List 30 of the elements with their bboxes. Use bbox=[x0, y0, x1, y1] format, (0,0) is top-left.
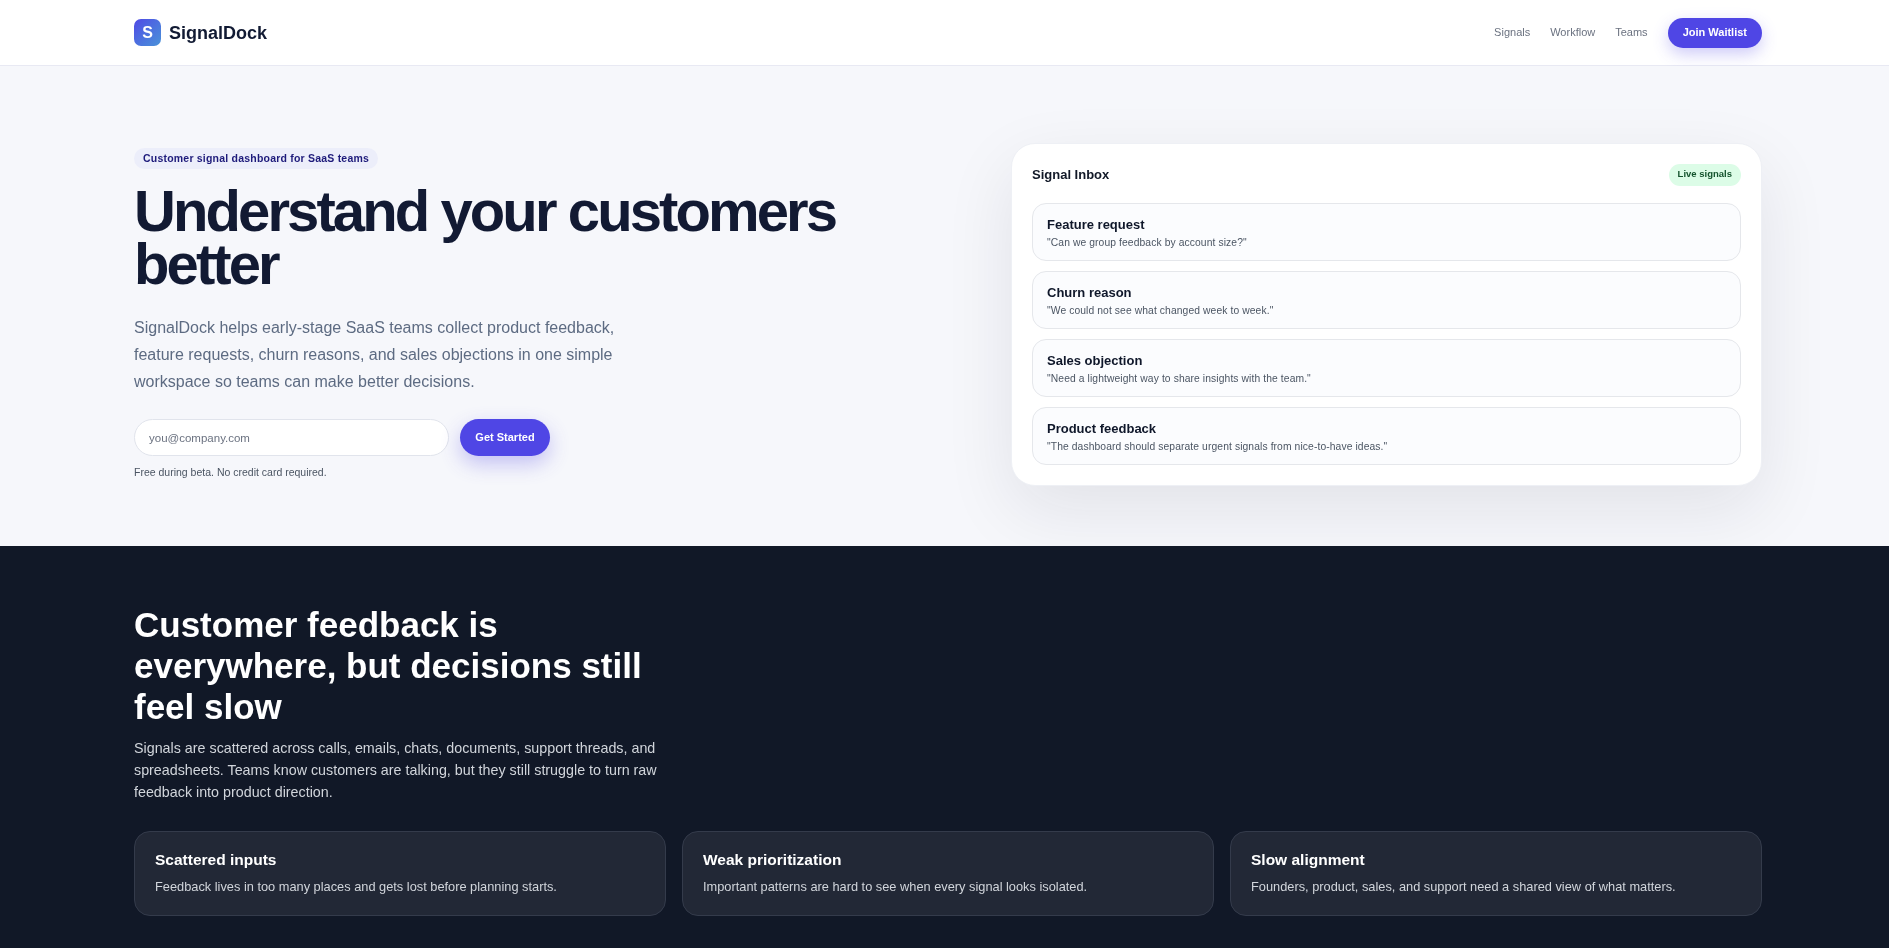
problem-title: Slow alignment bbox=[1251, 850, 1366, 870]
signal-type: Sales objection bbox=[1047, 351, 1144, 369]
get-started-button[interactable]: Get Started bbox=[460, 419, 550, 456]
problem-description: Feedback lives in too many places and gets lost before planning starts. bbox=[155, 879, 558, 895]
signal-type: Churn reason bbox=[1047, 283, 1133, 301]
hero-description: SignalDock helps early-stage SaaS teams collect product feedback, feature requests, churn reasons, and sales objections in one simple workspace so teams can make better decisions. bbox=[134, 318, 616, 392]
nav-link[interactable]: Signals bbox=[1494, 27, 1531, 38]
problem-description: Important patterns are hard to see when every signal looks isolated. bbox=[703, 879, 1089, 895]
problem-title: Weak prioritization bbox=[703, 850, 843, 870]
email-field[interactable]: you@company.com bbox=[134, 419, 449, 456]
logo-mark[interactable]: S bbox=[134, 19, 161, 46]
hero-headline: Understand your customers better bbox=[134, 184, 837, 290]
tagline-badge: Customer signal dashboard for SaaS teams bbox=[134, 148, 379, 169]
section-headline: Customer feedback is everywhere, but decisions still feel slow bbox=[134, 604, 643, 727]
status-badge: Live signals bbox=[1668, 163, 1741, 186]
signal-quote: "The dashboard should separate urgent signals from nice-to-have ideas." bbox=[1047, 439, 1389, 454]
signal-quote: "We could not see what changed week to week." bbox=[1047, 303, 1275, 318]
inbox-title: Signal Inbox bbox=[1032, 168, 1110, 181]
brand-name[interactable]: SignalDock bbox=[169, 23, 268, 42]
form-note: Free during beta. No credit card required. bbox=[134, 465, 327, 480]
nav-link[interactable]: Workflow bbox=[1550, 27, 1596, 38]
nav-link[interactable]: Teams bbox=[1615, 27, 1648, 38]
section-description: Signals are scattered across calls, emails, chats, documents, support threads, and spreadsheets. Teams know customers are talking, but they still struggle to turn raw feedback into product direction. bbox=[134, 739, 658, 802]
signal-type: Product feedback bbox=[1047, 419, 1158, 437]
signal-type: Feature request bbox=[1047, 215, 1146, 233]
signal-quote: "Need a lightweight way to share insights with the team." bbox=[1047, 371, 1312, 386]
signal-quote: "Can we group feedback by account size?" bbox=[1047, 235, 1248, 250]
problem-description: Founders, product, sales, and support need a shared view of what matters. bbox=[1251, 879, 1677, 895]
join-waitlist-button[interactable]: Join Waitlist bbox=[1667, 17, 1762, 48]
problem-title: Scattered inputs bbox=[155, 850, 278, 870]
